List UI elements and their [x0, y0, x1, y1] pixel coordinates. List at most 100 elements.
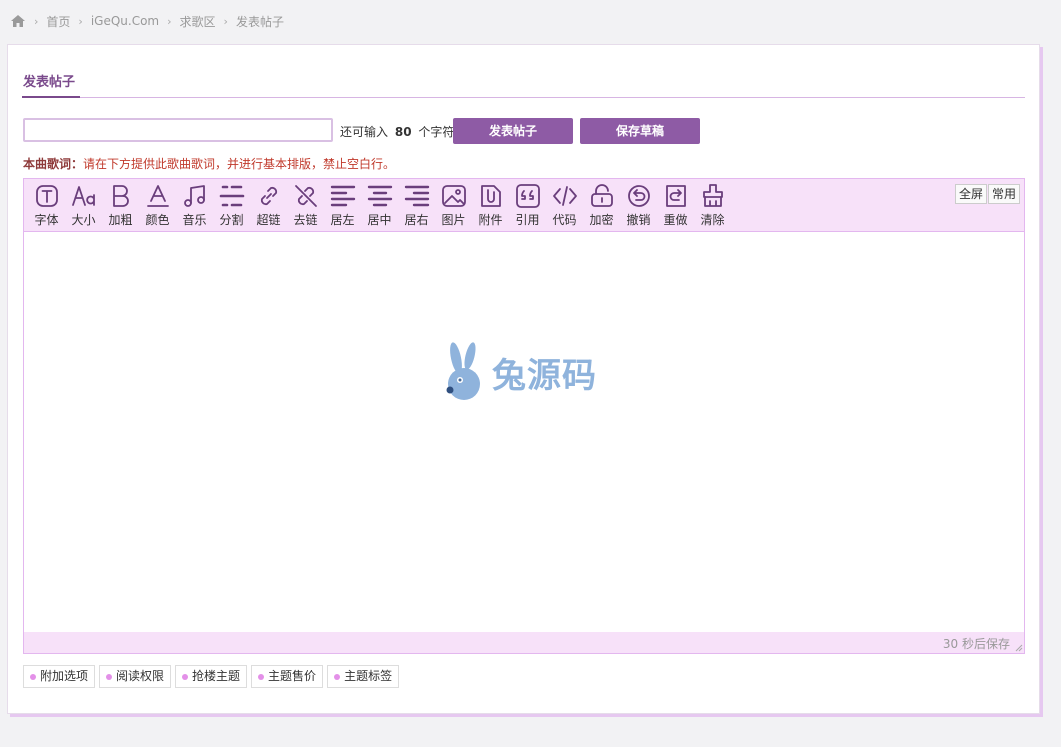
resize-grip-icon[interactable]: [1013, 642, 1023, 652]
tool-align-center[interactable]: 居中: [361, 183, 398, 229]
tool-label: 附件: [478, 213, 503, 227]
save-draft-button[interactable]: 保存草稿: [580, 118, 700, 144]
tool-label: 引用: [515, 213, 540, 227]
subject-input[interactable]: [23, 118, 333, 142]
bullet-icon: [106, 673, 113, 680]
option-tags[interactable]: 主题标签: [327, 665, 400, 688]
tool-label: 居中: [367, 213, 392, 227]
watermark-logo: 兔源码: [442, 340, 597, 404]
tool-unlink[interactable]: 去链: [287, 183, 324, 229]
tool-label: 居右: [404, 213, 429, 227]
music-icon: [183, 185, 205, 207]
align-right-icon: [404, 185, 429, 207]
rabbit-logo-icon: [446, 342, 480, 400]
option-label: 附加选项: [40, 669, 89, 683]
breadcrumb-current: 发表帖子: [235, 14, 284, 29]
tool-link[interactable]: 超链: [250, 183, 287, 229]
remain-suffix: 个字符: [418, 125, 455, 139]
tool-clear[interactable]: 清除: [694, 183, 731, 229]
option-label: 阅读权限: [116, 669, 165, 683]
link-icon: [260, 186, 277, 206]
tool-label: 居左: [330, 213, 355, 227]
common-mode-button[interactable]: 常用: [987, 184, 1020, 204]
font-color-icon: [146, 185, 169, 207]
tool-label: 字体: [34, 213, 59, 227]
lock-icon: [590, 184, 613, 207]
tool-label: 颜色: [145, 213, 170, 227]
bullet-icon: [182, 673, 189, 680]
tab-divider: [22, 97, 1025, 98]
remain-count: 80: [394, 125, 412, 139]
tool-music[interactable]: 音乐: [176, 183, 213, 229]
tool-undo[interactable]: 撤销: [620, 183, 657, 229]
lyric-label: 本曲歌词：: [23, 157, 84, 171]
undo-icon: [627, 185, 650, 207]
image-icon: [441, 185, 466, 207]
option-floor-contest[interactable]: 抢楼主题: [175, 665, 248, 688]
tool-label: 分割: [219, 213, 244, 227]
option-label: 抢楼主题: [192, 669, 241, 683]
tool-label: 清除: [700, 213, 725, 227]
tool-quote[interactable]: 引用: [509, 183, 546, 229]
tool-label: 音乐: [182, 213, 207, 227]
autosave-countdown: 30 秒后保存: [942, 637, 1010, 651]
breadcrumb-forum[interactable]: 求歌区: [180, 13, 216, 30]
subject-remaining: 还可输入 80 个字符: [340, 123, 454, 140]
editor-statusbar: 30 秒后保存: [24, 632, 1024, 653]
tool-code[interactable]: 代码: [546, 183, 583, 229]
post-button[interactable]: 发表帖子: [453, 118, 573, 144]
breadcrumb-site[interactable]: iGeQu.Com: [91, 14, 159, 28]
tool-label: 图片: [441, 213, 466, 227]
tool-divider[interactable]: 分割: [213, 183, 250, 229]
tool-label: 超链: [256, 213, 281, 227]
breadcrumb-separator: ›: [223, 14, 228, 28]
redo-icon: [665, 185, 686, 207]
font-size-icon: [71, 186, 95, 206]
post-options: 附加选项 阅读权限 抢楼主题 主题售价 主题标签: [23, 665, 403, 688]
breadcrumb-home[interactable]: 首页: [46, 13, 70, 30]
tool-align-right[interactable]: 居右: [398, 183, 435, 229]
editor-content[interactable]: 兔源码: [24, 232, 1024, 633]
tool-label: 去链: [293, 213, 318, 227]
tool-bold[interactable]: 加粗: [102, 183, 139, 229]
home-icon[interactable]: [10, 13, 26, 29]
tool-label: 加粗: [108, 213, 133, 227]
clear-format-icon: [702, 184, 723, 207]
bold-icon: [112, 185, 129, 207]
bullet-icon: [258, 673, 265, 680]
editor-toolbar: 字体 大小 加粗 颜色 音乐 分割 超链 去链 居左 居中 居右 图片 附件 引…: [24, 179, 1024, 232]
tool-color[interactable]: 颜色: [139, 183, 176, 229]
tool-align-left[interactable]: 居左: [324, 183, 361, 229]
tool-label: 加密: [589, 213, 614, 227]
tool-attachment[interactable]: 附件: [472, 183, 509, 229]
unlink-icon: [294, 185, 317, 207]
option-price[interactable]: 主题售价: [251, 665, 324, 688]
font-icon: [35, 185, 58, 207]
tool-redo[interactable]: 重做: [657, 183, 694, 229]
fullscreen-button[interactable]: 全屏: [954, 184, 987, 204]
attachment-icon: [480, 185, 501, 207]
quote-icon: [515, 184, 540, 208]
breadcrumb: › 首页 › iGeQu.Com › 求歌区 › 发表帖子: [10, 12, 284, 30]
bullet-icon: [30, 673, 36, 680]
post-panel: 发表帖子 还可输入 80 个字符 发表帖子 保存草稿 本曲歌词：请在下方提供此歌…: [7, 44, 1040, 714]
breadcrumb-separator: ›: [34, 14, 39, 28]
lyric-message: 请在下方提供此歌曲歌词，并进行基本排版，禁止空白行。: [83, 157, 396, 171]
tool-lock[interactable]: 加密: [583, 183, 620, 229]
tool-label: 撤销: [626, 213, 651, 227]
tool-size[interactable]: 大小: [65, 183, 102, 229]
remain-prefix: 还可输入: [340, 125, 389, 139]
tool-label: 重做: [663, 213, 688, 227]
tool-font[interactable]: 字体: [28, 183, 65, 229]
watermark-text: 兔源码: [492, 355, 597, 396]
bullet-icon: [334, 673, 341, 680]
tab-post[interactable]: 发表帖子: [23, 71, 75, 90]
option-extra[interactable]: 附加选项: [23, 665, 96, 688]
option-read-permission[interactable]: 阅读权限: [99, 665, 172, 688]
tool-image[interactable]: 图片: [435, 183, 472, 229]
code-icon: [552, 186, 577, 206]
tool-label: 大小: [71, 213, 96, 227]
breadcrumb-separator: ›: [78, 14, 83, 28]
option-label: 主题售价: [268, 669, 317, 683]
align-left-icon: [330, 185, 355, 207]
